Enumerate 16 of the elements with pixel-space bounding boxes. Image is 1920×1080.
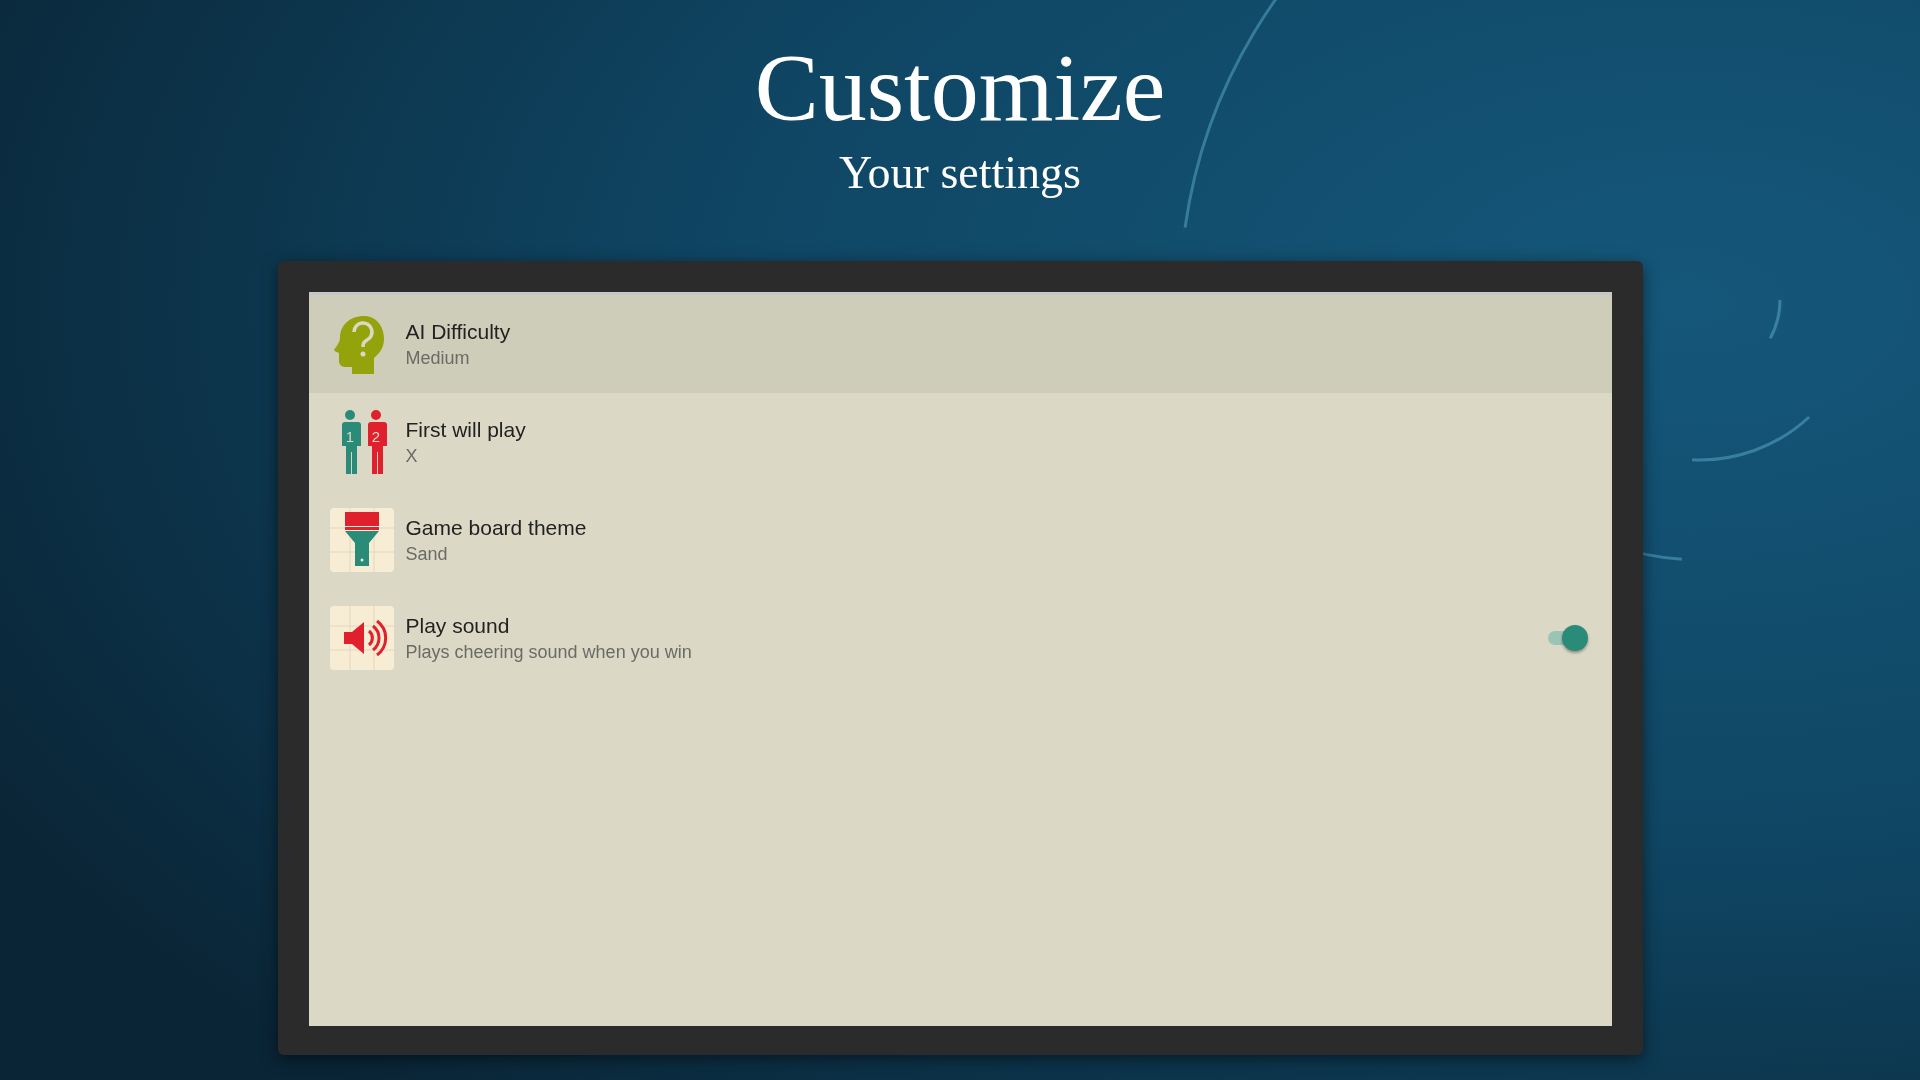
speaker-icon [329, 606, 394, 670]
settings-row[interactable]: 1 2 First will play X [308, 393, 1612, 491]
setting-title: Game board theme [405, 515, 588, 540]
setting-title: AI Difficulty [405, 319, 512, 344]
setting-title: Play sound [405, 613, 511, 638]
setting-value: Medium [405, 347, 471, 369]
settings-row[interactable]: Game board theme Sand [308, 491, 1612, 589]
settings-row[interactable]: Play sound Plays cheering sound when you win [308, 589, 1612, 687]
page-title: Customize [754, 36, 1166, 140]
page-subtitle: Your settings [839, 146, 1081, 200]
settings-row[interactable]: AI Difficulty Medium [308, 295, 1612, 393]
setting-value: Sand [405, 543, 449, 565]
setting-value: X [405, 445, 419, 467]
setting-title: First will play [405, 417, 527, 442]
paint-brush-icon [329, 508, 394, 572]
setting-value: Plays cheering sound when you win [405, 641, 693, 663]
